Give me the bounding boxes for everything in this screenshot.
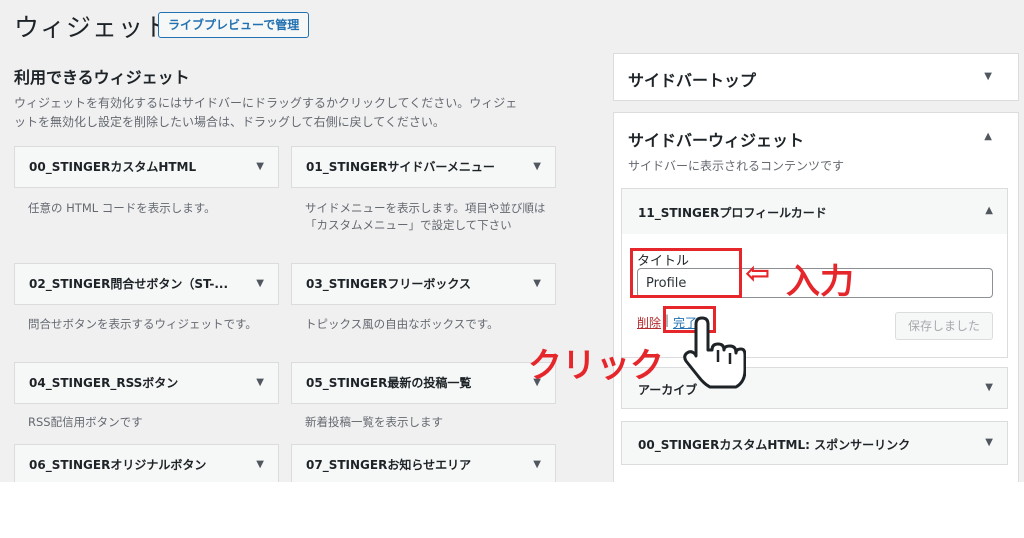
caret-up-icon[interactable]: ▲ [985,205,993,216]
caret-down-icon[interactable]: ▼ [533,445,541,482]
wp-widgets-screen: ウィジェット ライブプレビューで管理 利用できるウィジェット ウィジェットを有効… [0,0,1024,482]
caret-down-icon[interactable]: ▼ [984,71,992,82]
sponsor-link-widget[interactable]: 00_STINGERカスタムHTML: スポンサーリンク ▼ [621,421,1008,465]
widget-item[interactable]: 02_STINGER問合せボタン（ST-... ▼ [14,263,279,305]
caret-down-icon[interactable]: ▼ [256,147,264,187]
delete-link[interactable]: 削除 [637,314,661,331]
widget-name: 04_STINGER_RSSボタン [29,376,179,390]
widget-name: 02_STINGER問合せボタン（ST-... [29,277,229,291]
sidebar-widget-description: サイドバーに表示されるコンテンツです [628,159,845,173]
widget-item[interactable]: 06_STINGERオリジナルボタン ▼ [14,444,279,482]
caret-down-icon[interactable]: ▼ [256,445,264,482]
widget-description: トピックス風の自由なボックスです。 [305,317,499,331]
caret-down-icon[interactable]: ▼ [985,382,993,393]
widget-name: 07_STINGERお知らせエリア [306,458,472,472]
available-widgets-title: 利用できるウィジェット [14,68,190,87]
widget-item[interactable]: 03_STINGERフリーボックス ▼ [291,263,556,305]
widget-name: 05_STINGER最新の投稿一覧 [306,376,472,390]
widget-item[interactable]: 07_STINGERお知らせエリア ▼ [291,444,556,482]
widget-description: 任意の HTML コードを表示します。 [28,201,216,215]
widget-name: 03_STINGERフリーボックス [306,277,471,291]
available-widgets-description: ウィジェットを有効化するにはサイドバーにドラッグするかクリックしてください。ウィ… [14,96,518,129]
caret-down-icon[interactable]: ▼ [533,147,541,187]
sidebar-top-area[interactable]: サイドバートップ ▼ [613,53,1019,101]
widget-name: 00_STINGERカスタムHTML [29,160,197,174]
profile-card-widget-header[interactable]: 11_STINGERプロフィールカード ▲ [621,188,1008,235]
widget-name: 06_STINGERオリジナルボタン [29,458,207,472]
pointing-hand-icon [683,316,746,389]
live-preview-manage-button[interactable]: ライブプレビューで管理 [158,12,310,38]
archive-widget[interactable]: アーカイブ ▼ [621,367,1008,409]
sidebar-top-title: サイドバートップ [628,71,757,90]
caret-down-icon[interactable]: ▼ [533,264,541,304]
widget-item[interactable]: 04_STINGER_RSSボタン ▼ [14,362,279,404]
caret-down-icon[interactable]: ▼ [256,264,264,304]
widget-item[interactable]: 01_STINGERサイドバーメニュー ▼ [291,146,556,188]
caret-up-icon[interactable]: ▲ [984,131,992,142]
widget-description: 問合せボタンを表示するウィジェットです。 [28,317,257,331]
caret-down-icon[interactable]: ▼ [256,363,264,403]
widget-name: 01_STINGERサイドバーメニュー [306,160,495,174]
widget-item[interactable]: 00_STINGERカスタムHTML ▼ [14,146,279,188]
widget-description: サイドメニューを表示します。項目や並び順は「カスタムメニュー」で設定して下さい [305,201,546,232]
sponsor-link-widget-title: 00_STINGERカスタムHTML: スポンサーリンク [638,438,911,452]
save-button[interactable]: 保存しました [895,312,993,340]
widget-description: 新着投稿一覧を表示します [305,415,443,429]
input-highlight-box [630,248,742,298]
input-arrow-icon: ⇦ [745,256,771,291]
page-title: ウィジェット [14,13,171,42]
input-annotation-label: 入力 [786,262,854,302]
widget-item[interactable]: 05_STINGER最新の投稿一覧 ▼ [291,362,556,404]
profile-card-widget-title: 11_STINGERプロフィールカード [638,206,827,220]
sidebar-widget-title: サイドバーウィジェット [628,131,805,150]
caret-down-icon[interactable]: ▼ [985,437,993,448]
click-annotation-label: クリック [528,346,664,386]
widget-description: RSS配信用ボタンです [28,415,143,429]
